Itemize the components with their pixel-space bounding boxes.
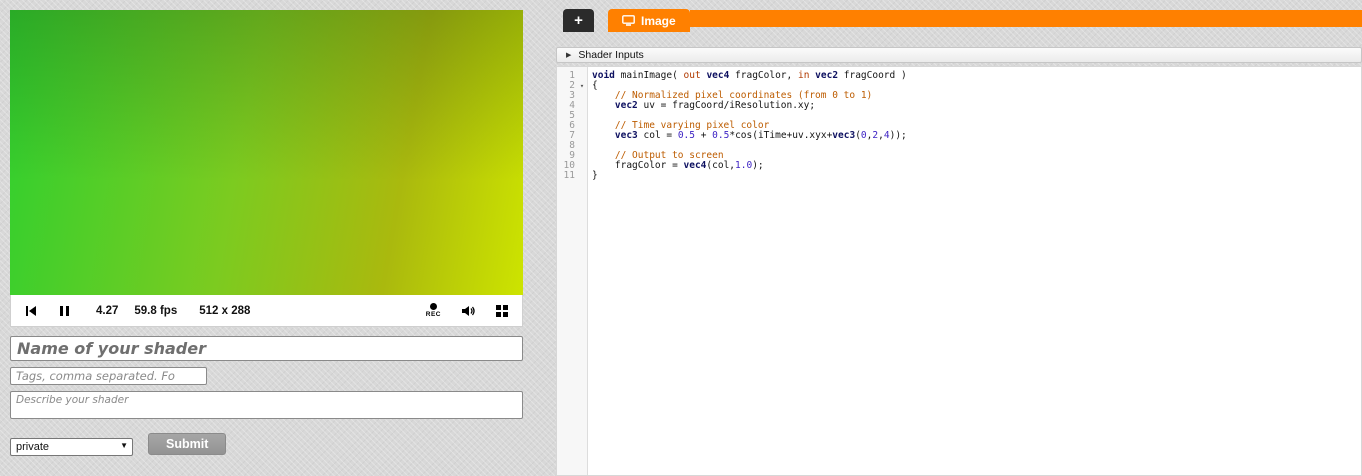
code-row[interactable]: 11} — [557, 171, 1361, 181]
code-row[interactable]: 7 vec3 col = 0.5 + 0.5*cos(iTime+uv.xyx+… — [557, 131, 1361, 141]
code-row[interactable]: 1 void mainImage( out vec4 fragColor, in … — [557, 71, 1361, 81]
line-number: 11 — [563, 170, 575, 181]
tab-bar: + Image — [556, 9, 1362, 33]
visibility-select-wrap: private ▼ — [10, 437, 133, 456]
time-display: 4.27 — [96, 304, 119, 317]
volume-button[interactable] — [461, 305, 476, 317]
record-label: REC — [425, 311, 441, 318]
code-line-text: void mainImage( out vec4 fragColor, in v… — [592, 70, 907, 81]
skip-to-start-icon — [26, 305, 36, 316]
preview-panel: 4.27 59.8 fps 512 x 288 REC Name of your… — [10, 10, 523, 456]
resolution-display: 512 x 288 — [199, 304, 251, 317]
playback-controls: 4.27 59.8 fps 512 x 288 REC — [10, 295, 523, 327]
fullscreen-button[interactable] — [496, 304, 508, 317]
code-line-text: } — [592, 170, 598, 181]
record-button[interactable]: REC — [426, 303, 441, 318]
visibility-select[interactable]: private — [10, 438, 133, 456]
publish-row: private ▼ Submit — [10, 433, 523, 456]
triangle-right-icon: ▶ — [566, 52, 572, 59]
shader-inputs-label: Shader Inputs — [578, 49, 644, 61]
code-line-text: vec2 uv = fragCoord/iResolution.xy; — [614, 100, 816, 111]
add-tab-button[interactable]: + — [563, 9, 594, 32]
volume-icon — [462, 305, 475, 316]
fold-arrow-icon[interactable]: ▾ — [577, 81, 587, 91]
shader-name-input[interactable] — [10, 336, 523, 361]
rewind-button[interactable] — [25, 305, 37, 317]
monitor-icon — [622, 15, 635, 26]
code-line-text: vec3 col = 0.5 + 0.5*cos(iTime+uv.xyx+ve… — [614, 130, 907, 141]
code-row[interactable]: 10 fragColor = vec4(col,1.0); — [557, 161, 1361, 171]
fps-display: 59.8 fps — [134, 304, 178, 317]
tab-accent-strip — [689, 10, 1362, 27]
shader-inputs-bar[interactable]: ▶ Shader Inputs — [556, 47, 1362, 63]
record-dot-icon — [429, 303, 437, 310]
code-editor[interactable]: 1 void mainImage( out vec4 fragColor, in … — [556, 66, 1362, 476]
editor-panel: + Image ▶ Shader Inputs 1 void mainImage(… — [556, 0, 1362, 476]
tab-image-label: Image — [641, 13, 676, 28]
tab-image[interactable]: Image — [608, 9, 690, 32]
tags-input[interactable] — [10, 367, 207, 385]
code-line-text: fragColor = vec4(col,1.0); — [592, 160, 764, 171]
page-background: { "window": { "background": "#d8d8d8" },… — [0, 0, 1362, 476]
code-lines: 1 void mainImage( out vec4 fragColor, in … — [557, 71, 1361, 181]
pause-button[interactable] — [59, 305, 70, 317]
fullscreen-icon — [496, 304, 508, 317]
description-textarea[interactable] — [10, 391, 523, 419]
submit-button[interactable]: Submit — [148, 433, 227, 455]
pause-icon — [60, 305, 69, 316]
shader-canvas[interactable] — [10, 10, 523, 295]
code-row[interactable]: 4 vec2 uv = fragCoord/iResolution.xy; — [557, 101, 1361, 111]
